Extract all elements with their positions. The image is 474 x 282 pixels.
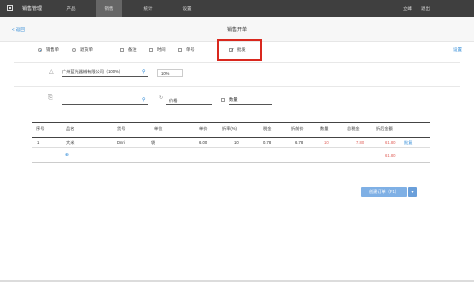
option-sale-label: 销售单 [46,47,59,52]
total-amount: 61.80 [385,153,396,158]
col-name: 品名 [66,126,75,131]
col-tax: 税金 [263,126,272,131]
row-divider [32,147,430,148]
option-remark[interactable]: 备注 [120,47,137,53]
col-qty: 数量 [320,126,329,131]
option-return-order[interactable]: 退货单 [72,47,93,53]
create-order-dropdown[interactable]: ▾ [408,187,417,197]
row-qty[interactable]: 10 [324,140,329,145]
col-pre-price: 折前价 [291,126,304,131]
app-logo-icon [7,5,13,11]
row-action-link[interactable]: 批复 [404,140,412,146]
col-code: 货号 [117,126,126,131]
row-code: Dnri [117,140,125,145]
option-unit-no-label: 单号 [186,47,195,52]
nav-item-products[interactable]: 产品 [58,0,84,17]
discount-field[interactable]: 10% [157,69,183,77]
customer-field[interactable]: 广州蓝光器械有限公司（100%） [62,68,148,77]
row-total-tax: 7.80 [356,140,365,145]
row-index: 1 [37,140,40,145]
option-sale-order[interactable]: 销售单 [38,47,59,53]
quantity-input[interactable] [229,96,272,105]
chevron-down-icon: ▾ [411,189,414,194]
row-name: 大米 [66,140,75,145]
option-return-label: 退货单 [80,47,93,52]
checkbox-icon [178,48,182,52]
row-price: 6.00 [199,140,208,145]
app-title: 销售管理 [22,6,43,12]
product-search-field[interactable] [62,96,148,105]
col-amount: 折后金额 [376,126,393,131]
create-order-button[interactable]: 创建订单（F1） [361,187,407,197]
row-tax: 0.78 [263,140,272,145]
checkbox-icon [149,48,153,52]
checkbox-icon [120,48,124,52]
col-price: 单价 [199,126,208,131]
checkbox-icon [221,98,225,102]
product-icon: ⎘ [48,95,53,101]
table-footer-divider [32,162,430,163]
nav-item-settings[interactable]: 设置 [174,0,200,17]
search-icon[interactable]: ⚲ [142,97,146,103]
add-row-icon[interactable]: ⊕ [65,152,69,158]
customer-name: 广州蓝光器械有限公司（100%） [62,69,123,74]
highlight-box [217,39,262,61]
row-amount: 61.80 [385,140,396,145]
settings-link[interactable]: 设置 [453,47,462,53]
row-unit: 袋 [151,140,156,145]
option-time-label: 时间 [157,47,166,52]
nav-item-sales[interactable]: 销售 [96,0,122,17]
col-unit: 单位 [154,126,163,131]
option-remark-label: 备注 [128,47,137,52]
nav-item-stats[interactable]: 统计 [135,0,161,17]
option-unit-no[interactable]: 单号 [178,47,195,53]
option-time[interactable]: 时间 [149,47,166,53]
radio-selected-icon [38,48,42,52]
col-total-tax: 总税金 [347,126,360,131]
search-icon[interactable]: ⚲ [142,69,146,75]
refresh-icon: ↻ [159,95,164,101]
radio-icon [72,48,76,52]
divider [14,62,460,63]
divider [14,86,460,87]
warning-triangle-icon: △ [49,69,54,75]
price-field[interactable] [166,96,212,105]
discount-value: 10% [161,71,170,76]
row-discount: 10 [234,140,239,145]
row-pre-price: 6.78 [295,140,304,145]
col-index: 序号 [36,126,45,131]
page-title: 销售开单 [226,27,247,33]
user-name[interactable]: 立峰 [403,6,412,12]
logout-link[interactable]: 退出 [421,6,430,12]
col-discount: 折率(%) [222,126,237,131]
